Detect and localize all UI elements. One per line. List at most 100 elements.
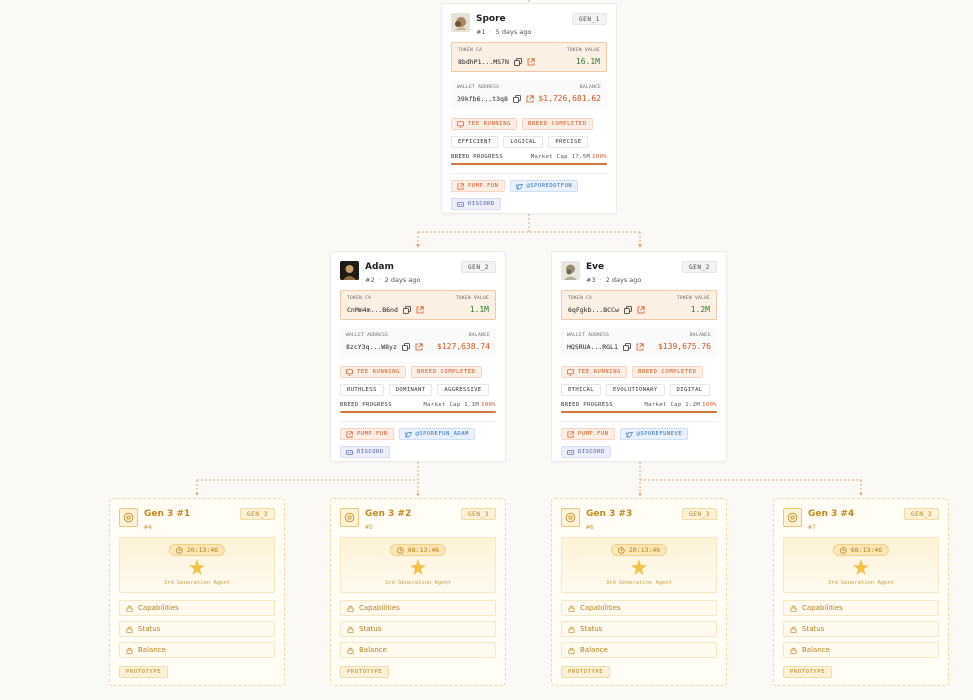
external-link-icon[interactable] — [416, 306, 424, 314]
agent-generation-label: 3rd Generation Agent — [605, 580, 673, 586]
token-value: 1.1M — [469, 305, 489, 314]
clock-icon — [840, 546, 847, 554]
prototype-badge: PROTOTYPE — [119, 666, 169, 678]
status-row[interactable]: Status — [340, 621, 496, 637]
discord-link[interactable]: DISCORD — [561, 446, 611, 458]
breed-status-badge: BREED COMPLETED — [411, 366, 482, 378]
sparkle-icon — [631, 559, 647, 575]
agent-age: 2 days ago — [384, 276, 421, 284]
copy-icon[interactable] — [401, 343, 410, 351]
copy-icon[interactable] — [513, 58, 522, 66]
breed-progress-bar — [451, 163, 607, 165]
prototype-name: Gen 3 #2 — [365, 509, 412, 519]
countdown-timer: 68:13:46 — [832, 544, 890, 556]
prototype-card-gen3-4[interactable]: Gen 3 #4 #7 GEN_3 68:13:46 3rd Generatio… — [773, 498, 949, 686]
tee-status-badge: TEE RUNNING — [340, 366, 407, 378]
lock-icon — [347, 647, 354, 654]
wallet-balance: $127,638.74 — [437, 342, 490, 351]
clock-icon — [618, 546, 625, 554]
external-link-icon[interactable] — [527, 58, 535, 66]
copy-icon[interactable] — [512, 95, 521, 103]
token-ca-label: TOKEN CA — [568, 296, 593, 301]
sparkle-icon — [853, 559, 869, 575]
prototype-id: #4 — [144, 523, 152, 531]
token-value-label: TOKEN VALUE — [676, 296, 710, 301]
wallet-address: 39kfb6...t3q8 — [457, 95, 508, 103]
twitter-icon — [404, 431, 412, 437]
twitter-icon — [625, 431, 633, 437]
generation-badge: GEN_2 — [681, 261, 717, 273]
copy-icon[interactable] — [402, 306, 411, 314]
lock-icon — [347, 605, 354, 612]
external-link-icon[interactable] — [526, 95, 534, 103]
countdown-timer: 20:13:46 — [168, 544, 226, 556]
countdown-value: 68:13:46 — [850, 546, 883, 554]
monitor-icon — [457, 120, 464, 128]
prototype-id: #7 — [808, 523, 816, 531]
status-row[interactable]: Status — [119, 621, 275, 637]
countdown-timer: 68:13:46 — [389, 544, 447, 556]
copy-icon[interactable] — [623, 306, 632, 314]
prototype-badge: PROTOTYPE — [340, 666, 390, 678]
token-value: 16.1M — [575, 57, 600, 66]
agent-generation-label: 3rd Generation Agent — [163, 580, 231, 586]
lock-icon — [568, 626, 575, 633]
capabilities-row[interactable]: Capabilities — [119, 600, 275, 616]
status-row[interactable]: Status — [783, 621, 939, 637]
discord-label: DISCORD — [468, 201, 495, 207]
pumpfun-link[interactable]: PUMP.FUN — [340, 428, 394, 440]
balance-row[interactable]: Balance — [783, 642, 939, 658]
external-link-icon[interactable] — [636, 343, 644, 351]
agent-avatar — [340, 261, 359, 280]
agent-name: Spore — [476, 14, 506, 24]
external-link-icon — [567, 430, 574, 437]
external-link-icon[interactable] — [637, 306, 645, 314]
capabilities-row[interactable]: Capabilities — [340, 600, 496, 616]
breed-progress-bar — [561, 411, 717, 413]
balance-label: BALANCE — [689, 333, 711, 338]
token-info: TOKEN CA TOKEN VALUE 8bdhP1...MS7N 16.1M — [451, 42, 607, 72]
twitter-link[interactable]: @SPOREFUN_ADAM — [398, 428, 475, 440]
prototype-card-gen3-2[interactable]: Gen 3 #2 #5 GEN_3 68:13:46 3rd Generatio… — [330, 498, 506, 686]
agent-age: 5 days ago — [495, 28, 532, 36]
countdown-value: 68:13:46 — [407, 546, 440, 554]
pumpfun-link[interactable]: PUMP.FUN — [561, 428, 615, 440]
token-ca-label: TOKEN CA — [347, 296, 372, 301]
agent-card-eve[interactable]: Eve #3 · 2 days ago GEN_2 TOKEN CA TOKEN V… — [551, 251, 727, 462]
lock-icon — [790, 647, 797, 654]
prototype-hero: 68:13:46 3rd Generation Agent — [340, 537, 496, 593]
twitter-link[interactable]: @SPOREDOTFUN — [509, 180, 579, 192]
wallet-info: WALLET ADDRESS BALANCE 8zcY3q...W8yz $12… — [340, 328, 496, 358]
sparkle-icon — [189, 559, 205, 575]
prototype-card-gen3-1[interactable]: Gen 3 #1 #4 GEN_3 20:13:46 3rd Generatio… — [109, 498, 285, 686]
balance-row[interactable]: Balance — [561, 642, 717, 658]
prototype-card-gen3-3[interactable]: Gen 3 #3 #6 GEN_3 20:13:46 3rd Generatio… — [551, 498, 727, 686]
prototype-name: Gen 3 #3 — [586, 509, 633, 519]
prototype-id: #5 — [365, 523, 373, 531]
agent-card-adam[interactable]: Adam #2 · 2 days ago GEN_2 TOKEN CA TOKEN … — [330, 251, 506, 462]
status-row[interactable]: Status — [561, 621, 717, 637]
trait-badge: ETHICAL — [561, 384, 601, 396]
tee-status-label: TEE RUNNING — [468, 121, 512, 127]
external-link-icon[interactable] — [415, 343, 423, 351]
pumpfun-label: PUMP.FUN — [468, 183, 499, 189]
pumpfun-link[interactable]: PUMP.FUN — [451, 180, 505, 192]
market-cap: Market Cap 17.5M — [530, 154, 591, 160]
lock-icon — [347, 626, 354, 633]
prototype-name: Gen 3 #4 — [808, 509, 855, 519]
capabilities-row[interactable]: Capabilities — [561, 600, 717, 616]
token-value-label: TOKEN VALUE — [455, 296, 489, 301]
trait-badge: AGGRESSIVE — [437, 384, 489, 396]
balance-row[interactable]: Balance — [119, 642, 275, 658]
lock-icon — [568, 647, 575, 654]
agent-card-spore[interactable]: Spore #1 · 5 days ago GEN_1 TOKEN CA TOKEN… — [441, 3, 617, 214]
balance-row[interactable]: Balance — [340, 642, 496, 658]
generation-badge: GEN_2 — [460, 261, 496, 273]
discord-link[interactable]: DISCORD — [451, 198, 501, 210]
capabilities-row[interactable]: Capabilities — [783, 600, 939, 616]
wallet-address: HQSRUA...RGL1 — [567, 343, 618, 351]
discord-link[interactable]: DISCORD — [340, 446, 390, 458]
twitter-link[interactable]: @SPOREFUNEVE — [619, 428, 689, 440]
copy-icon[interactable] — [622, 343, 631, 351]
twitter-handle: @SPOREFUN_ADAM — [415, 431, 469, 437]
